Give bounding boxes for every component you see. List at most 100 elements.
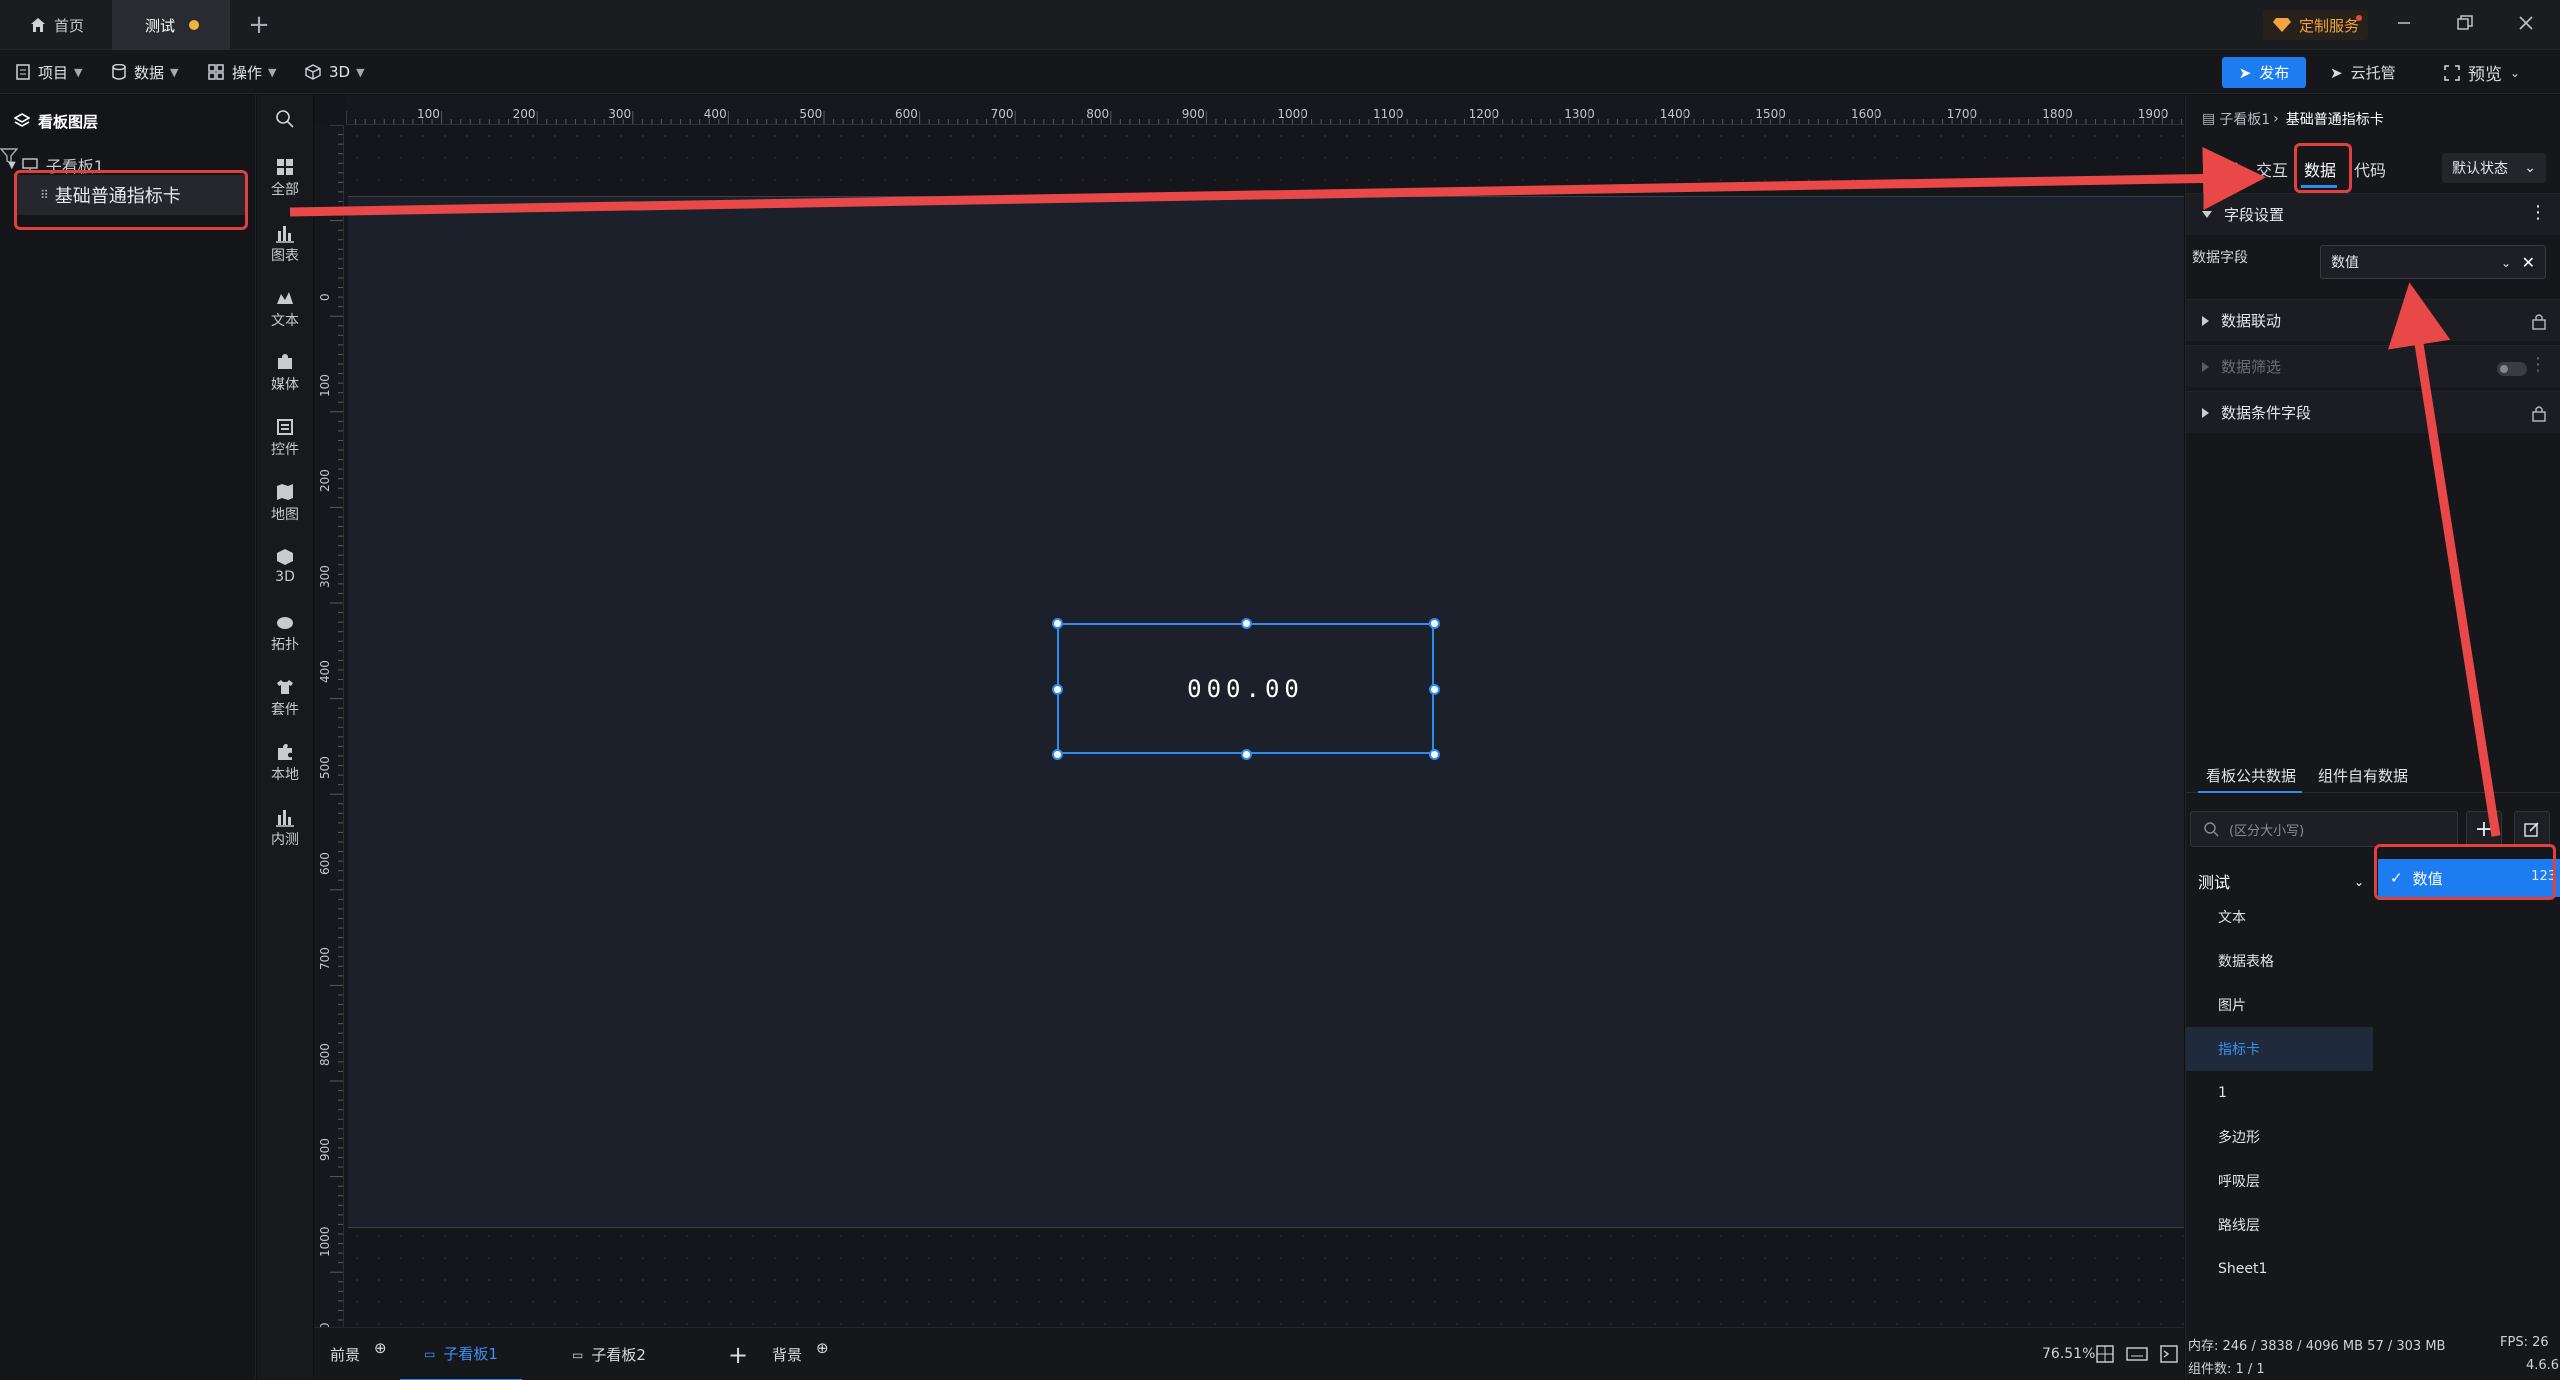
resize-handle[interactable]	[1052, 683, 1063, 695]
tab-interaction[interactable]: 交互	[2256, 157, 2288, 181]
board-icon: ▭	[424, 1346, 436, 1361]
tab-code[interactable]: 代码	[2354, 157, 2386, 181]
fit-screen-icon[interactable]	[2096, 1345, 2114, 1363]
state-select-value: 默认状态	[2452, 161, 2508, 177]
dataset-item[interactable]: 指标卡	[2186, 1027, 2373, 1071]
dataset-group-label: 测试	[2198, 873, 2231, 892]
tab-subboard-1[interactable]: ▭ 子看板1	[400, 1328, 522, 1380]
component-category-label: 套件	[271, 702, 299, 718]
menu-bar: 项目 ▼ 数据 ▼ 操作 ▼ 3D ▼	[0, 50, 2560, 94]
restore-button[interactable]	[2450, 8, 2480, 38]
preview-button[interactable]: 预览 ⌄	[2444, 57, 2520, 88]
section-field-settings[interactable]: 字段设置 ⋮	[2186, 193, 2560, 235]
chevron-down-icon: ⌄	[2353, 875, 2364, 889]
menu-operate[interactable]: 操作 ▼	[208, 50, 276, 94]
caret-right-icon	[2202, 315, 2209, 326]
state-select[interactable]: 默认状态 ⌄	[2442, 153, 2546, 183]
resize-handle[interactable]	[1429, 749, 1440, 760]
media-icon	[278, 354, 292, 369]
dataset-item[interactable]: 呼吸层	[2186, 1159, 2373, 1203]
component-category-3[interactable]: 媒体	[257, 352, 313, 394]
notification-dot	[2356, 15, 2362, 21]
dataset-search-input[interactable]: (区分大小写)	[2190, 811, 2458, 847]
component-category-label: 内测	[271, 832, 299, 848]
component-category-6[interactable]: 3D	[257, 547, 313, 585]
custom-service-button[interactable]: 定制服务	[2263, 10, 2368, 40]
indicator-card-widget[interactable]: 000.00	[1057, 623, 1434, 754]
breadcrumb-parent[interactable]: 子看板1	[2219, 109, 2270, 129]
add-circle-icon[interactable]: ⊕	[816, 1339, 829, 1357]
component-category-label: 媒体	[271, 377, 299, 393]
breadcrumb-current: 基础普通指标卡	[2285, 112, 2384, 128]
tab-test[interactable]: 测试	[112, 0, 230, 50]
cloud-hosting-button[interactable]: ➤ 云托管	[2330, 57, 2396, 88]
menu-data[interactable]: 数据 ▼	[112, 50, 178, 94]
add-dataset-button[interactable]: +	[2466, 811, 2502, 847]
data-field-select[interactable]: 数值 ⌄ ✕	[2320, 245, 2546, 279]
menu-3d[interactable]: 3D ▼	[305, 50, 365, 94]
section-data-condition[interactable]: 数据条件字段	[2186, 391, 2560, 433]
tab-public-data[interactable]: 看板公共数据	[2206, 765, 2296, 786]
more-vertical-icon[interactable]: ⋮	[2529, 202, 2547, 223]
dataset-item[interactable]: 文本	[2186, 895, 2373, 939]
terminal-icon[interactable]	[2160, 1345, 2178, 1363]
dataset-item[interactable]: 路线层	[2186, 1203, 2373, 1247]
dataset-item[interactable]: Sheet1	[2186, 1247, 2373, 1291]
add-board-button[interactable]: +	[728, 1328, 748, 1380]
data-filter-toggle[interactable]	[2497, 362, 2527, 376]
active-tab-indicator	[2198, 791, 2302, 793]
close-icon	[2519, 16, 2533, 30]
keyboard-icon[interactable]	[2126, 1347, 2148, 1361]
resize-handle[interactable]	[1052, 618, 1063, 629]
grid-icon	[208, 64, 224, 80]
component-category-label: 图表	[271, 248, 299, 264]
resize-handle[interactable]	[1429, 683, 1440, 695]
cube-icon	[305, 64, 321, 80]
dataset-item[interactable]: 图片	[2186, 983, 2373, 1027]
resize-handle[interactable]	[1429, 618, 1440, 629]
data-source-tabs: 看板公共数据 组件自有数据	[2186, 755, 2560, 793]
tab-foreground[interactable]: 前景 ⊕	[330, 1328, 387, 1380]
tab-background[interactable]: 背景 ⊕	[772, 1328, 829, 1380]
section-data-link[interactable]: 数据联动	[2186, 299, 2560, 341]
tab-home[interactable]: 首页	[0, 0, 112, 50]
component-category-4[interactable]: 控件	[257, 417, 313, 459]
resize-handle[interactable]	[1052, 749, 1063, 760]
dataset-group[interactable]: 测试 ⌄	[2198, 863, 2376, 899]
dataset-item[interactable]: 1	[2186, 1071, 2373, 1115]
shirt-icon	[277, 680, 293, 694]
component-category-2[interactable]: 文本	[257, 288, 313, 330]
tab-own-data[interactable]: 组件自有数据	[2318, 765, 2408, 786]
close-window-button[interactable]	[2511, 8, 2541, 38]
gem-icon	[2273, 18, 2291, 32]
component-category-10[interactable]: 内测	[257, 807, 313, 849]
layers-panel: 看板图层 ▼ 子看板1 ⠿ 基础普通指标卡	[0, 95, 256, 1380]
add-circle-icon[interactable]: ⊕	[374, 1339, 387, 1357]
component-category-5[interactable]: 地图	[257, 482, 313, 524]
menu-project[interactable]: 项目 ▼	[16, 50, 82, 94]
clear-icon[interactable]: ✕	[2522, 253, 2535, 272]
dataset-item[interactable]: 多边形	[2186, 1115, 2373, 1159]
component-category-8[interactable]: 套件	[257, 677, 313, 719]
component-category-7[interactable]: 拓扑	[257, 612, 313, 654]
search-icon[interactable]	[275, 109, 295, 129]
section-data-filter[interactable]: 数据筛选 ⋮	[2186, 345, 2560, 387]
section-field-settings-label: 字段设置	[2224, 206, 2285, 224]
minimize-button[interactable]	[2389, 8, 2419, 38]
component-category-9[interactable]: 本地	[257, 742, 313, 784]
resize-handle[interactable]	[1240, 749, 1252, 760]
tab-foreground-label: 前景	[330, 1346, 361, 1364]
add-tab-button[interactable]: +	[244, 0, 274, 50]
component-category-1[interactable]: 图表	[257, 223, 313, 265]
dataset-item[interactable]: 数据表格	[2186, 939, 2373, 983]
resize-handle[interactable]	[1240, 618, 1252, 629]
more-vertical-icon[interactable]: ⋮	[2529, 354, 2547, 375]
tab-style[interactable]: 样式	[2208, 157, 2240, 181]
edit-dataset-button[interactable]	[2514, 811, 2550, 847]
breadcrumb: ▤ 子看板1 › 基础普通指标卡	[2202, 109, 2384, 129]
component-category-0[interactable]: 全部	[257, 157, 313, 199]
tab-subboard-2-label: 子看板2	[591, 1346, 646, 1364]
zoom-level[interactable]: 76.51%	[2042, 1346, 2095, 1362]
tab-subboard-2[interactable]: ▭ 子看板2	[572, 1328, 646, 1380]
publish-button[interactable]: ➤ 发布	[2222, 57, 2306, 88]
